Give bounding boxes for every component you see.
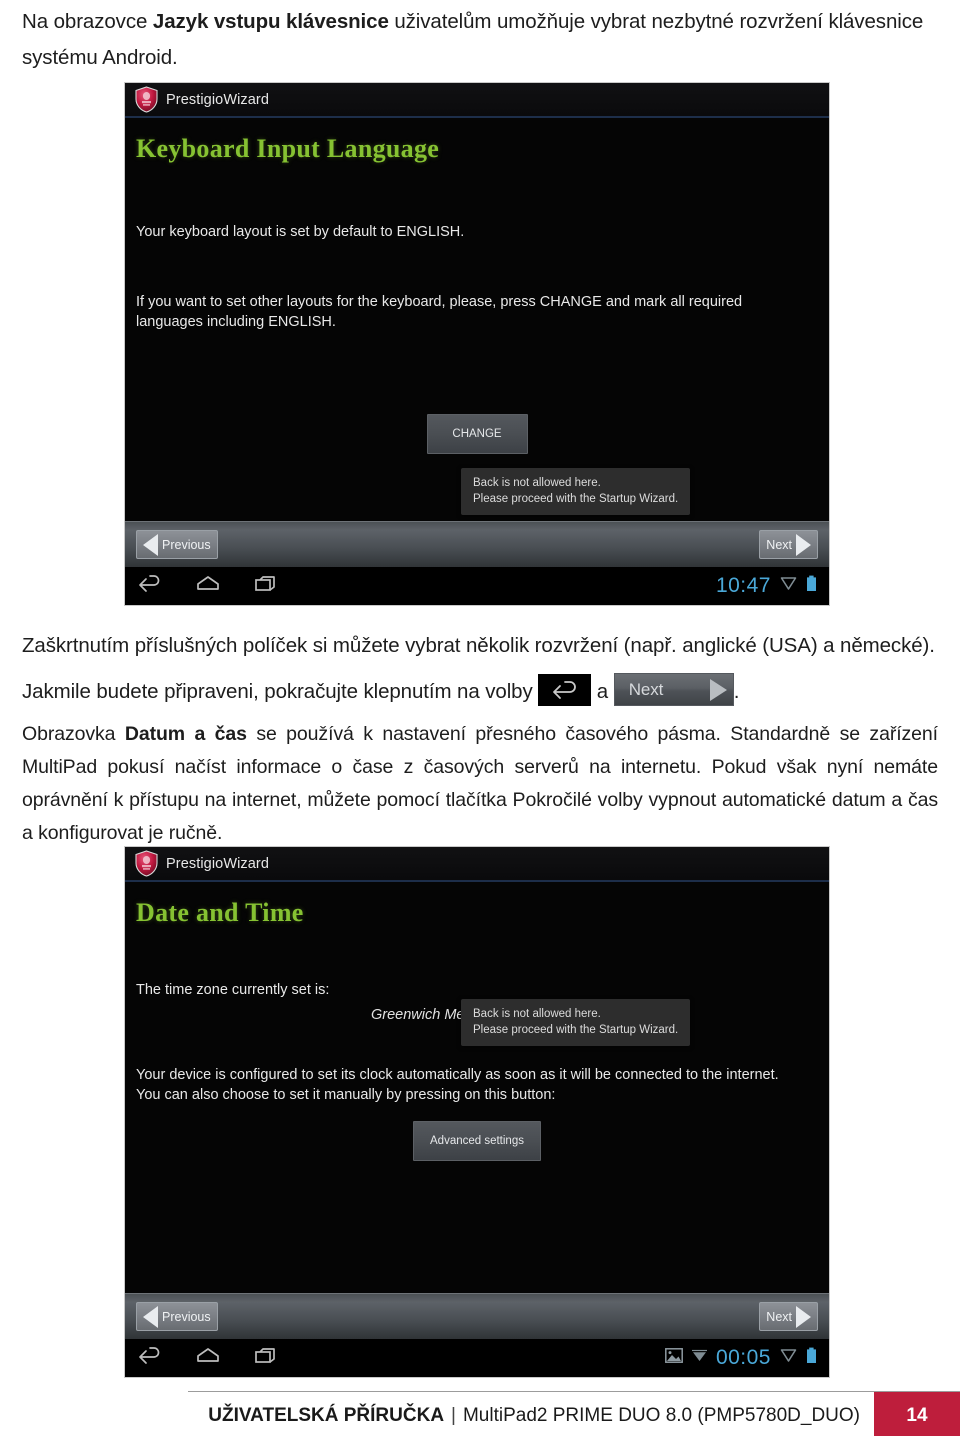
system-back-icon[interactable] [137, 1346, 163, 1370]
triangle-left-icon [143, 1305, 158, 1328]
battery-icon [806, 575, 817, 597]
next-button-label: Next [766, 1309, 792, 1324]
toast-line-2: Please proceed with the Startup Wizard. [473, 493, 679, 505]
footer-product-name: MultiPad2 PRIME DUO 8.0 (PMP5780D_DUO) [462, 1405, 860, 1426]
previous-button[interactable]: Previous [136, 530, 218, 559]
triangle-left-icon [143, 533, 158, 556]
triangle-right-icon [796, 533, 811, 556]
back-not-allowed-toast: Back is not allowed here. Please proceed… [461, 999, 691, 1046]
screen-heading-keyboard: Keyboard Input Language [136, 134, 440, 163]
datetime-bold-term: Datum a čas [124, 723, 247, 745]
android-system-navbar: 00:05 [125, 1339, 829, 1377]
footer-separator: | [451, 1405, 456, 1426]
prestigio-shield-logo-icon [134, 86, 159, 113]
paragraph-checkbox-selection: Zaškrtnutím příslušných políček si můžet… [22, 634, 935, 657]
paragraph-datetime-description: Obrazovka Datum a čas se používá k nasta… [22, 718, 938, 850]
inline-back-arrow-icon[interactable] [538, 673, 592, 706]
wizard-app-name: PrestigioWizard [166, 855, 270, 872]
back-not-allowed-toast: Back is not allowed here. Please proceed… [461, 468, 691, 515]
paragraph-ready-with-icons: Jakmile budete připraveni, pokračujte kl… [22, 672, 938, 712]
next-button[interactable]: Next [759, 1302, 818, 1331]
datetime-info-line-1: Your device is configured to set its clo… [136, 1067, 779, 1083]
intro-bold-term: Jazyk vstupu klávesnice [152, 10, 389, 33]
intro-paragraph: Na obrazovce Jazyk vstupu klávesnice uži… [22, 4, 938, 76]
triangle-right-icon [796, 1305, 811, 1328]
system-home-icon[interactable] [195, 574, 221, 598]
keyboard-default-layout-text: Your keyboard layout is set by default t… [136, 224, 465, 240]
android-system-navbar: 10:47 [125, 567, 829, 605]
screenshot-saved-icon [664, 1348, 683, 1368]
intro-text-before: Na obrazovce [22, 10, 153, 33]
wifi-icon [691, 1349, 707, 1367]
inline-next-label: Next [628, 679, 664, 699]
previous-button[interactable]: Previous [136, 1302, 218, 1331]
download-indicator-icon [780, 1348, 797, 1368]
system-recents-icon[interactable] [253, 574, 279, 598]
datetime-text-before: Obrazovka [22, 723, 125, 745]
toast-line-1: Back is not allowed here. [473, 1008, 601, 1020]
wizard-navigation-bar: Previous Next [125, 1293, 829, 1339]
status-clock: 00:05 [715, 1346, 771, 1369]
previous-button-label: Previous [162, 537, 211, 552]
screen-body-keyboard: Your keyboard layout is set by default t… [125, 222, 829, 454]
page-footer: UŽIVATELSKÁ PŘÍRUČKA | MultiPad2 PRIME D… [188, 1391, 960, 1436]
toast-line-1: Back is not allowed here. [473, 477, 601, 489]
footer-title-block: UŽIVATELSKÁ PŘÍRUČKA | MultiPad2 PRIME D… [188, 1392, 874, 1436]
system-home-icon[interactable] [195, 1346, 221, 1370]
inline-next-button[interactable]: Next [613, 673, 734, 707]
wizard-titlebar: PrestigioWizard [125, 847, 829, 882]
ready-text-between: a [591, 680, 614, 703]
wizard-titlebar: PrestigioWizard [125, 83, 829, 118]
ready-text-after: . [733, 680, 740, 703]
screenshot-date-and-time: PrestigioWizard Date and Time The time z… [124, 846, 830, 1378]
footer-manual-title: UŽIVATELSKÁ PŘÍRUČKA [208, 1405, 445, 1426]
manual-page: Na obrazovce Jazyk vstupu klávesnice uži… [0, 0, 960, 1436]
advanced-settings-button[interactable]: Advanced settings [413, 1121, 541, 1161]
next-button-label: Next [766, 537, 792, 552]
previous-button-label: Previous [162, 1309, 211, 1324]
toast-line-2: Please proceed with the Startup Wizard. [473, 1024, 679, 1036]
download-indicator-icon [780, 576, 797, 596]
ready-text-before: Jakmile budete připraveni, pokračujte kl… [22, 680, 539, 703]
screenshot-keyboard-input-language: PrestigioWizard Keyboard Input Language … [124, 82, 830, 606]
system-back-icon[interactable] [137, 574, 163, 598]
timezone-label: The time zone currently set is: [136, 982, 330, 998]
change-button[interactable]: CHANGE [426, 414, 528, 454]
triangle-right-icon [709, 678, 727, 701]
prestigio-shield-logo-icon [134, 850, 159, 877]
next-button[interactable]: Next [759, 530, 818, 559]
wizard-app-name: PrestigioWizard [166, 91, 270, 108]
system-recents-icon[interactable] [253, 1346, 279, 1370]
screen-heading-datetime: Date and Time [136, 898, 304, 927]
status-clock: 10:47 [715, 574, 771, 597]
page-number-badge: 14 [874, 1392, 960, 1436]
datetime-info-line-2: You can also choose to set it manually b… [136, 1087, 556, 1103]
keyboard-change-instructions-text: If you want to set other layouts for the… [136, 294, 743, 330]
wizard-navigation-bar: Previous Next [125, 521, 829, 567]
battery-icon [806, 1347, 817, 1369]
